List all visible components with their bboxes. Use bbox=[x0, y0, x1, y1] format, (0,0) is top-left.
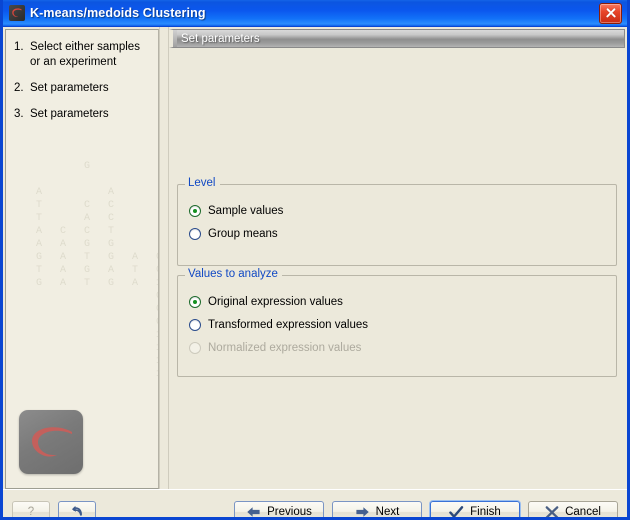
group-level-legend: Level bbox=[185, 177, 220, 189]
radio-button-icon[interactable] bbox=[189, 204, 201, 217]
finish-button[interactable]: Finish bbox=[430, 501, 520, 518]
wizard-steps-sidebar: G A A T C C 0 T A C 0 1 0 A C C T 0 0 1 … bbox=[5, 29, 159, 489]
x-mark-icon bbox=[545, 505, 559, 517]
group-values-legend: Values to analyze bbox=[185, 268, 282, 280]
step-number: 3. bbox=[14, 108, 24, 120]
panel-header: Set parameters bbox=[169, 29, 625, 48]
next-button-label: Next bbox=[375, 506, 400, 518]
clc-logo-icon bbox=[9, 5, 25, 21]
radio-button-icon[interactable] bbox=[189, 318, 201, 331]
step-label: Set parameters bbox=[30, 108, 109, 120]
finish-button-label: Finish bbox=[470, 506, 501, 518]
radio-row-group-means[interactable]: Group means bbox=[189, 225, 616, 242]
parameters-panel: Set parameters Level Sample values Group… bbox=[169, 29, 625, 489]
panel-body: Level Sample values Group means Values t… bbox=[169, 48, 625, 489]
radio-label: Sample values bbox=[208, 204, 284, 217]
arrow-left-icon bbox=[246, 506, 261, 517]
cancel-button[interactable]: Cancel bbox=[528, 501, 618, 518]
question-mark-icon: ? bbox=[27, 506, 35, 518]
undo-arrow-icon bbox=[69, 504, 85, 517]
checkmark-icon bbox=[449, 505, 464, 517]
help-button: ? bbox=[12, 501, 50, 518]
sidebar-step-2[interactable]: 2. Set parameters bbox=[14, 81, 150, 96]
step-number: 2. bbox=[14, 82, 24, 94]
radio-button-icon[interactable] bbox=[189, 295, 201, 308]
dialog-content: G A A T C C 0 T A C 0 1 0 A C C T 0 0 1 … bbox=[3, 27, 627, 489]
next-button[interactable]: Next bbox=[332, 501, 422, 518]
previous-button-label: Previous bbox=[267, 506, 312, 518]
step-label: Set parameters bbox=[30, 82, 109, 94]
step-number: 1. bbox=[14, 41, 24, 53]
radio-label: Normalized expression values bbox=[208, 341, 362, 354]
window-title: K-means/medoids Clustering bbox=[30, 6, 206, 20]
group-level: Level Sample values Group means bbox=[177, 177, 617, 266]
reset-button[interactable] bbox=[58, 501, 96, 517]
radio-row-sample-values[interactable]: Sample values bbox=[189, 202, 616, 219]
group-values-to-analyze: Values to analyze Original expression va… bbox=[177, 268, 617, 377]
panel-splitter[interactable] bbox=[159, 27, 169, 489]
sidebar-step-1[interactable]: 1. Select either samples or an experimen… bbox=[14, 40, 150, 70]
dialog-button-bar: ? Previous Next Finish Cancel bbox=[3, 489, 627, 518]
radio-row-original-expression-values[interactable]: Original expression values bbox=[189, 293, 616, 310]
panel-header-title: Set parameters bbox=[181, 32, 260, 45]
button-bar-left: ? bbox=[12, 501, 96, 518]
radio-row-normalized-expression-values: Normalized expression values bbox=[189, 339, 616, 356]
previous-button[interactable]: Previous bbox=[234, 501, 324, 518]
radio-label: Transformed expression values bbox=[208, 318, 369, 331]
dialog-window: K-means/medoids Clustering G A A T C C 0… bbox=[0, 0, 630, 520]
radio-label: Group means bbox=[208, 227, 278, 240]
title-bar[interactable]: K-means/medoids Clustering bbox=[3, 0, 627, 27]
radio-button-icon bbox=[189, 341, 201, 354]
step-label: Select either samples or an experiment bbox=[30, 41, 140, 68]
radio-button-icon[interactable] bbox=[189, 227, 201, 240]
radio-label: Original expression values bbox=[208, 295, 343, 308]
sidebar-step-3[interactable]: 3. Set parameters bbox=[14, 107, 150, 122]
radio-row-transformed-expression-values[interactable]: Transformed expression values bbox=[189, 316, 616, 333]
wizard-step-list: 1. Select either samples or an experimen… bbox=[6, 30, 158, 122]
clc-bio-logo bbox=[19, 410, 83, 474]
arrow-right-icon bbox=[355, 506, 370, 517]
close-icon[interactable] bbox=[599, 2, 622, 24]
cancel-button-label: Cancel bbox=[565, 506, 601, 518]
button-bar-right: Previous Next Finish Cancel bbox=[234, 501, 618, 518]
